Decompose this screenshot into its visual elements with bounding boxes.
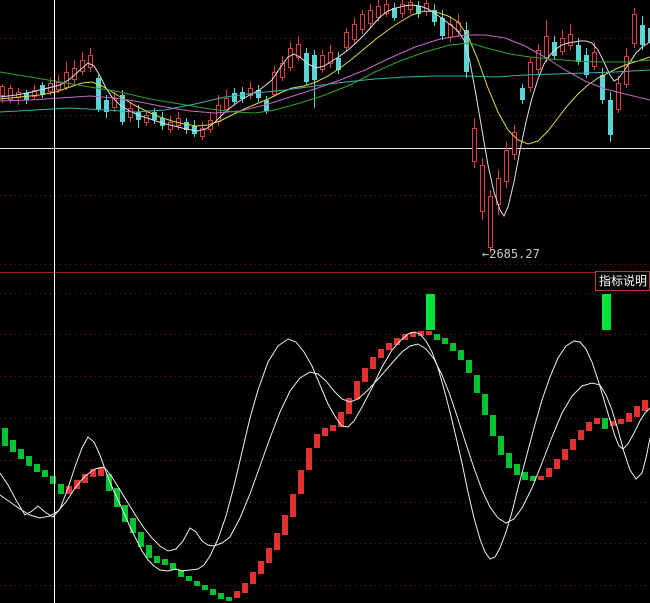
indicator-panel[interactable] <box>0 273 650 602</box>
candlestick-panel[interactable] <box>0 0 650 265</box>
indicator-info-button[interactable]: 指标说明 <box>595 271 650 291</box>
price-low-annotation: ←2685.27 <box>482 247 540 261</box>
chart-canvas[interactable] <box>0 0 650 603</box>
annotation-value: 2685.27 <box>489 247 540 261</box>
chart-window: ←2685.27 指标说明 <box>0 0 650 603</box>
